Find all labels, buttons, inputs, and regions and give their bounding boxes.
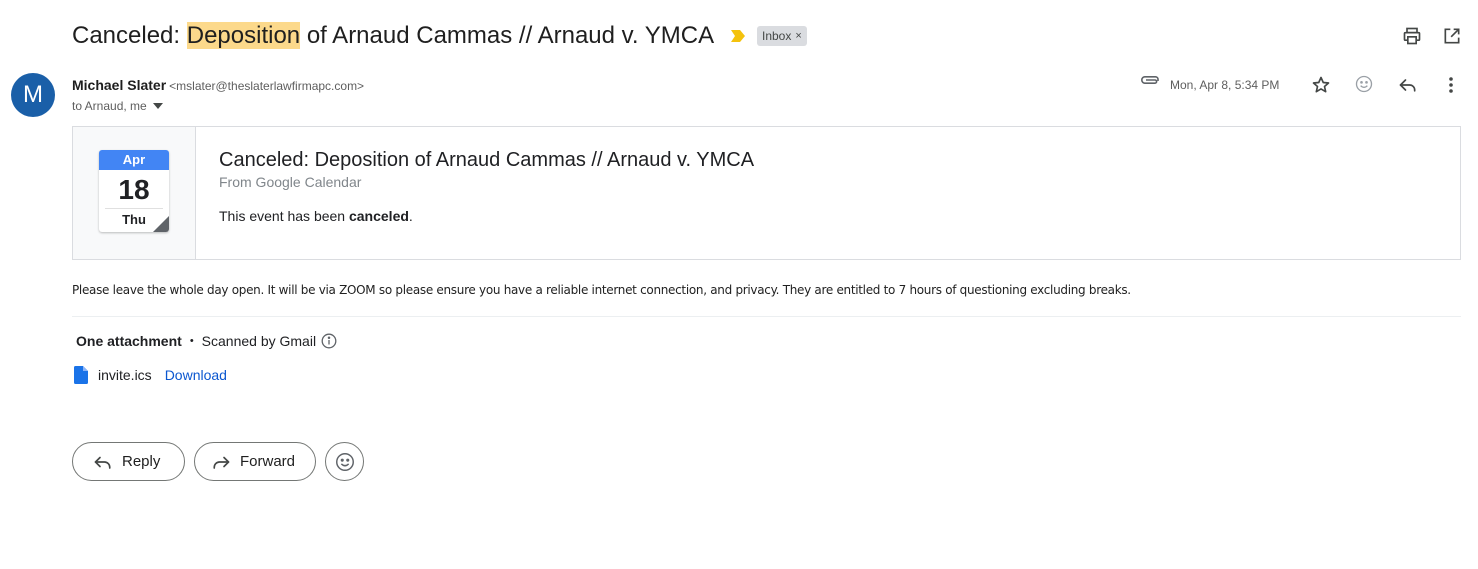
open-in-new-window-icon[interactable] — [1440, 24, 1464, 48]
sender-line: Michael Slater <mslater@theslaterlawfirma… — [72, 76, 364, 95]
invite-title: Canceled: Deposition of Arnaud Cammas //… — [219, 149, 755, 171]
info-icon[interactable] — [321, 333, 337, 349]
page-fold-icon — [153, 216, 169, 232]
emoji-reaction-button[interactable] — [325, 442, 364, 481]
forward-button-label: Forward — [240, 453, 296, 470]
print-icon[interactable] — [1400, 24, 1424, 48]
scanned-by-gmail: Scanned by Gmail — [201, 333, 317, 349]
sender-name[interactable]: Michael Slater — [72, 77, 166, 93]
emoji-reaction-icon[interactable] — [1353, 73, 1375, 95]
label-chip-text: Inbox — [762, 29, 792, 43]
importance-marker-icon[interactable] — [731, 30, 745, 42]
attachment-item: invite.ics Download — [74, 365, 227, 385]
attachments-header: One attachment • Scanned by Gmail — [76, 331, 337, 351]
reply-button[interactable]: Reply — [72, 442, 185, 481]
invite-status-word: canceled — [348, 208, 409, 224]
smiley-icon — [335, 452, 354, 471]
download-link[interactable]: Download — [165, 365, 227, 385]
email-subject: Canceled: Deposition of Arnaud Cammas //… — [72, 22, 715, 49]
sender-email: <mslater@theslaterlawfirmapc.com> — [169, 79, 365, 93]
forward-arrow-icon — [213, 456, 230, 469]
calendar-date-icon: Apr 18 Thu — [99, 150, 169, 232]
more-options-icon[interactable] — [1440, 74, 1462, 96]
reply-icon[interactable] — [1397, 74, 1419, 96]
attachments-divider — [72, 316, 1461, 317]
email-date: Mon, Apr 8, 5:34 PM — [1170, 78, 1280, 92]
invite-source: From Google Calendar — [219, 174, 362, 190]
file-icon[interactable] — [74, 366, 88, 384]
reply-button-label: Reply — [122, 453, 161, 470]
recipients-text: to Arnaud, me — [72, 99, 147, 113]
paperclip-icon — [1141, 74, 1161, 90]
email-body: Please leave the whole day open. It will… — [72, 283, 1131, 297]
inbox-label-chip: Inbox × — [757, 26, 807, 46]
calendar-month: Apr — [99, 150, 169, 170]
search-highlight: Deposition — [186, 22, 301, 49]
reply-arrow-icon — [94, 456, 111, 469]
remove-label-icon[interactable]: × — [795, 26, 801, 46]
forward-button[interactable]: Forward — [194, 442, 316, 481]
attachment-count: One attachment — [76, 333, 182, 349]
attachment-filename[interactable]: invite.ics — [98, 365, 152, 385]
caret-down-icon[interactable] — [152, 103, 163, 109]
calendar-day: 18 — [118, 174, 150, 205]
invite-status: This event has been canceled. — [219, 208, 413, 224]
star-icon[interactable] — [1310, 74, 1332, 96]
separator-dot: • — [189, 335, 194, 347]
avatar[interactable]: M — [11, 73, 55, 117]
recipients-line[interactable]: to Arnaud, me — [72, 98, 163, 114]
